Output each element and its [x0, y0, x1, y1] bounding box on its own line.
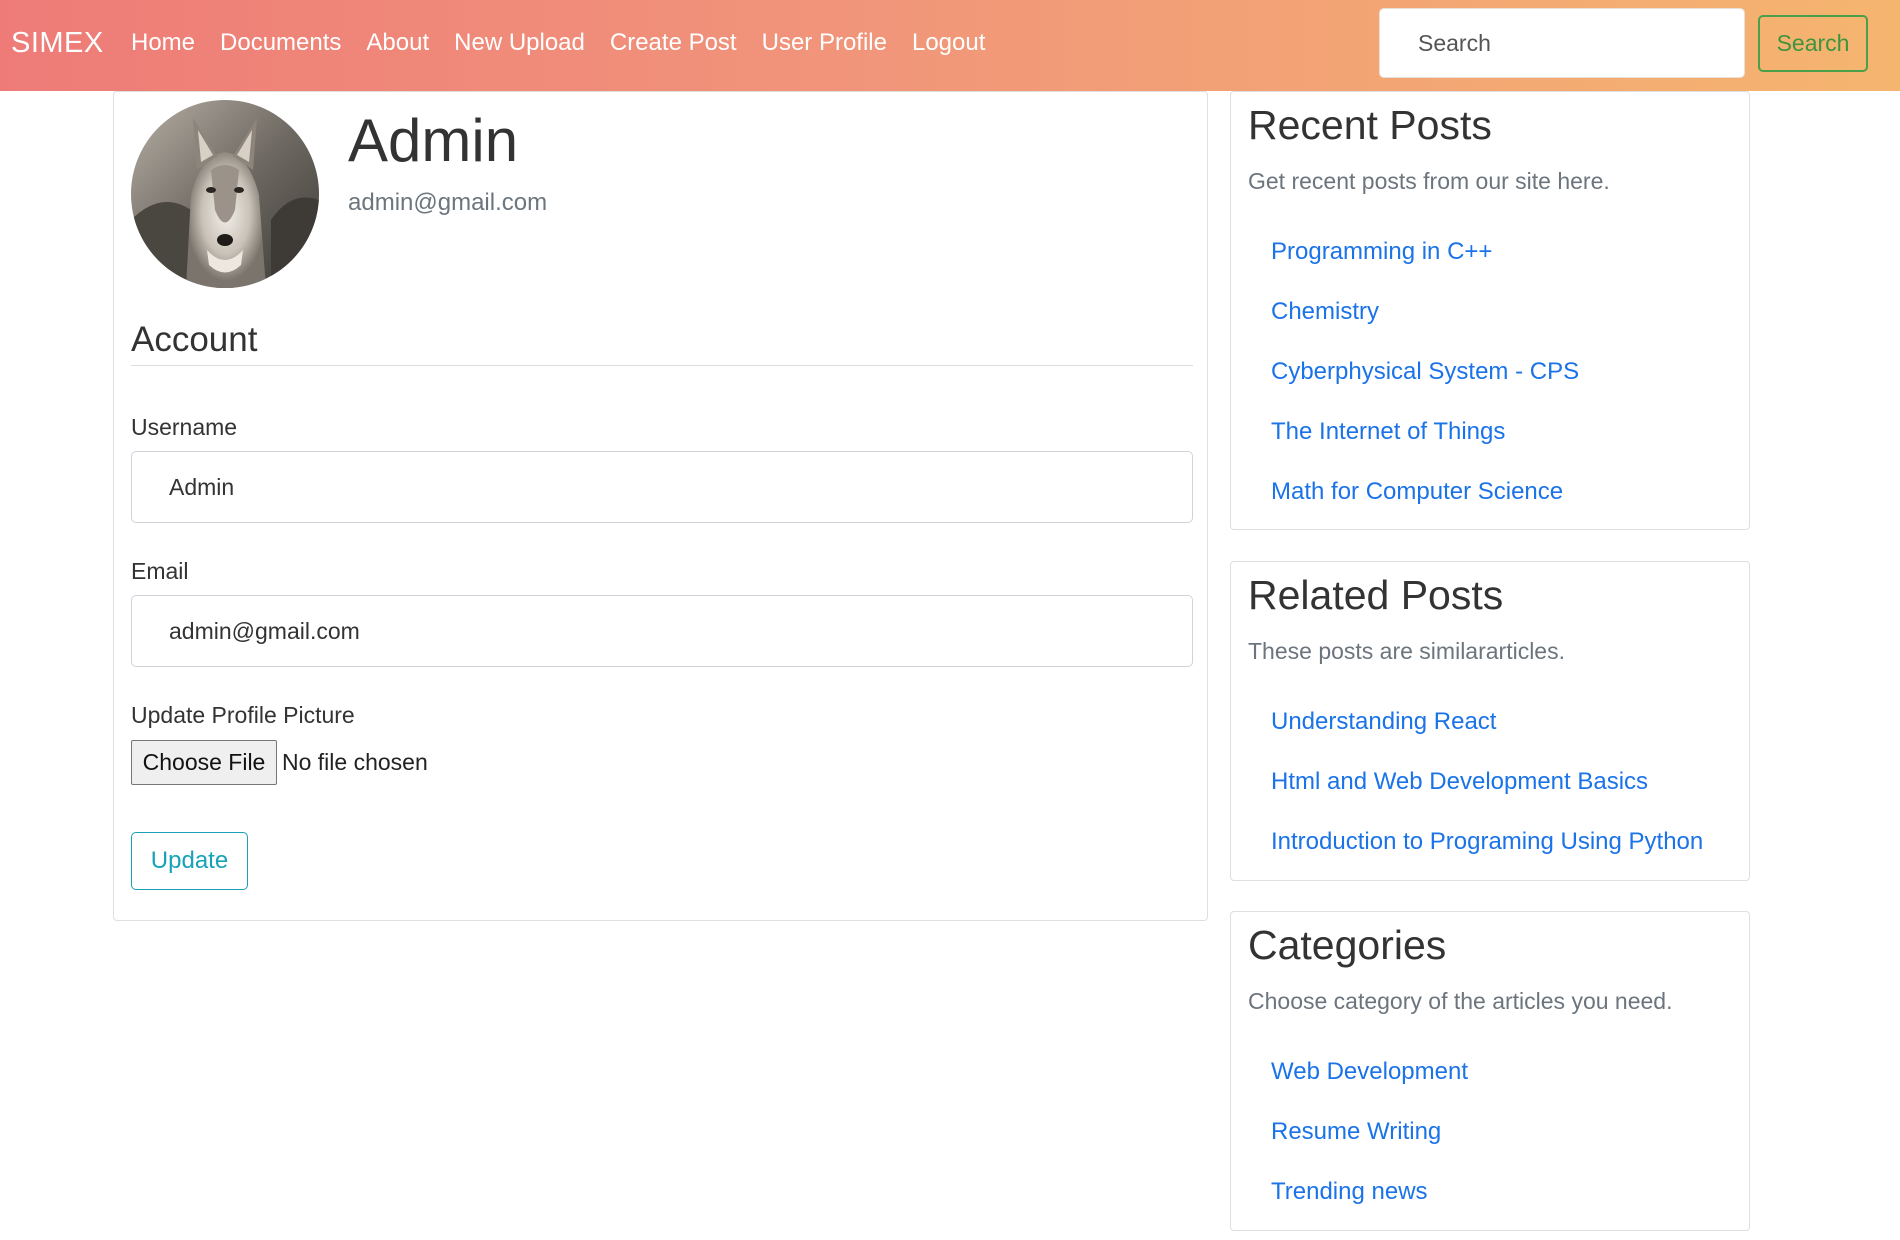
categories-title: Categories — [1248, 922, 1447, 968]
recent-posts-card: Recent Posts Get recent posts from our s… — [1230, 91, 1750, 530]
recent-posts-description: Get recent posts from our site here. — [1248, 168, 1610, 194]
choose-file-button[interactable]: Choose File — [131, 740, 277, 785]
related-post-link[interactable]: Introduction to Programing Using Python — [1271, 828, 1703, 888]
categories-description: Choose category of the articles you need… — [1248, 988, 1673, 1014]
username-label: Username — [131, 414, 238, 440]
nav-link-user-profile[interactable]: User Profile — [762, 29, 887, 57]
nav-link-documents[interactable]: Documents — [220, 29, 341, 57]
related-post-link[interactable]: Understanding React — [1271, 708, 1703, 768]
email-field[interactable] — [131, 595, 1193, 667]
nav-link-home[interactable]: Home — [131, 29, 195, 57]
email-label: Email — [131, 558, 189, 584]
avatar — [131, 100, 319, 288]
related-post-link[interactable]: Html and Web Development Basics — [1271, 768, 1703, 828]
related-posts-list: Understanding React Html and Web Develop… — [1271, 708, 1703, 888]
update-button[interactable]: Update — [131, 832, 248, 890]
category-link[interactable]: Resume Writing — [1271, 1118, 1468, 1178]
recent-post-link[interactable]: Programming in C++ — [1271, 238, 1579, 298]
nav-link-logout[interactable]: Logout — [912, 29, 985, 57]
search-button[interactable]: Search — [1758, 15, 1868, 72]
nav-link-about[interactable]: About — [366, 29, 429, 57]
recent-posts-title: Recent Posts — [1248, 102, 1492, 148]
wolf-photo-icon — [131, 100, 319, 288]
recent-post-link[interactable]: Math for Computer Science — [1271, 478, 1579, 538]
profile-email: admin@gmail.com — [348, 189, 548, 216]
search-input[interactable] — [1379, 8, 1745, 78]
related-posts-title: Related Posts — [1248, 572, 1504, 618]
related-posts-card: Related Posts These posts are similarart… — [1230, 561, 1750, 881]
nav-links: Home Documents About New Upload Create P… — [131, 29, 1010, 57]
top-navbar: SIMEX Home Documents About New Upload Cr… — [0, 0, 1900, 91]
recent-post-link[interactable]: The Internet of Things — [1271, 418, 1579, 478]
related-posts-description: These posts are similararticles. — [1248, 638, 1565, 664]
category-link[interactable]: Trending news — [1271, 1178, 1468, 1238]
nav-link-new-upload[interactable]: New Upload — [454, 29, 585, 57]
file-status-text: No file chosen — [282, 749, 428, 775]
categories-list: Web Development Resume Writing Trending … — [1271, 1058, 1468, 1238]
recent-post-link[interactable]: Chemistry — [1271, 298, 1579, 358]
categories-card: Categories Choose category of the articl… — [1230, 911, 1750, 1231]
brand-logo[interactable]: SIMEX — [11, 27, 104, 60]
account-section-title: Account — [131, 320, 1193, 366]
recent-post-link[interactable]: Cyberphysical System - CPS — [1271, 358, 1579, 418]
nav-link-create-post[interactable]: Create Post — [610, 29, 737, 57]
profile-picture-label: Update Profile Picture — [131, 702, 355, 728]
profile-name: Admin — [348, 107, 519, 174]
recent-posts-list: Programming in C++ Chemistry Cyberphysic… — [1271, 238, 1579, 538]
profile-card: Admin admin@gmail.com Account Username E… — [113, 91, 1208, 921]
username-field[interactable] — [131, 451, 1193, 523]
category-link[interactable]: Web Development — [1271, 1058, 1468, 1118]
